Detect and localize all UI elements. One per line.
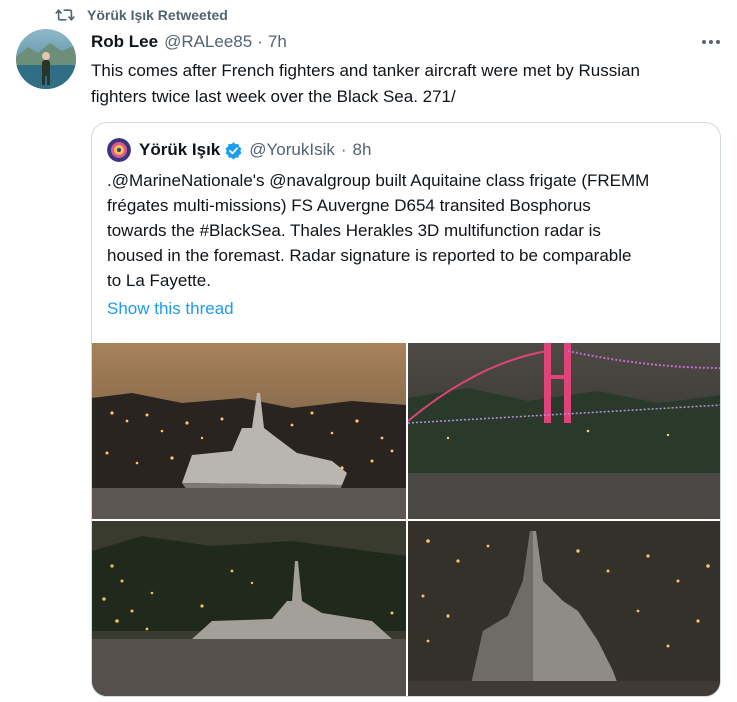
tweet-text-line: This comes after French fighters and tan… xyxy=(91,61,640,80)
quote-text-line: housed in the foremast. Radar signature … xyxy=(107,246,632,265)
tweet-timestamp[interactable]: 7h xyxy=(268,32,287,52)
author-handle[interactable]: @RALee85 xyxy=(164,32,252,52)
separator: · xyxy=(340,140,347,159)
photo-bosphorus-bridge[interactable] xyxy=(408,343,720,519)
photo-frigate-closeup[interactable] xyxy=(408,521,720,696)
author-name[interactable]: Rob Lee xyxy=(91,32,158,52)
separator: · xyxy=(257,32,263,51)
retweet-label: Yörük Işık Retweeted xyxy=(87,7,228,23)
photo-frigate-city[interactable] xyxy=(92,343,406,519)
quote-text-line: to La Fayette. xyxy=(107,271,211,290)
quote-text-line: towards the #BlackSea. Thales Herakles 3… xyxy=(107,221,601,240)
retweet-icon xyxy=(55,9,75,21)
quote-author-name[interactable]: Yörük Işık xyxy=(139,140,220,160)
show-thread-link[interactable]: Show this thread xyxy=(107,299,234,319)
tweet-text: This comes after French fighters and tan… xyxy=(91,58,721,110)
more-options-icon[interactable] xyxy=(699,32,723,52)
photo-frigate-waterline[interactable] xyxy=(92,521,406,696)
quote-timestamp[interactable]: 8h xyxy=(353,140,372,160)
verified-badge-icon xyxy=(225,141,242,160)
quote-text: .@MarineNationale's @navalgroup built Aq… xyxy=(107,168,707,293)
quoted-tweet[interactable]: Yörük Işık @YorukIsik · 8h .@MarineNatio… xyxy=(91,122,721,697)
tweet-header: Rob Lee @RALee85 · 7h xyxy=(91,30,287,54)
media-grid xyxy=(92,343,720,696)
avatar[interactable] xyxy=(16,29,76,89)
quote-text-line: frégates multi-missions) FS Auvergne D65… xyxy=(107,196,591,215)
retweet-context[interactable]: Yörük Işık Retweeted xyxy=(55,6,228,24)
tweet-text-line: fighters twice last week over the Black … xyxy=(91,87,456,106)
quote-author-handle[interactable]: @YorukIsik xyxy=(249,140,335,160)
quote-text-line: .@MarineNationale's @navalgroup built Aq… xyxy=(107,171,650,190)
quote-header: Yörük Işık @YorukIsik · 8h xyxy=(107,137,371,163)
quote-avatar[interactable] xyxy=(107,138,131,162)
